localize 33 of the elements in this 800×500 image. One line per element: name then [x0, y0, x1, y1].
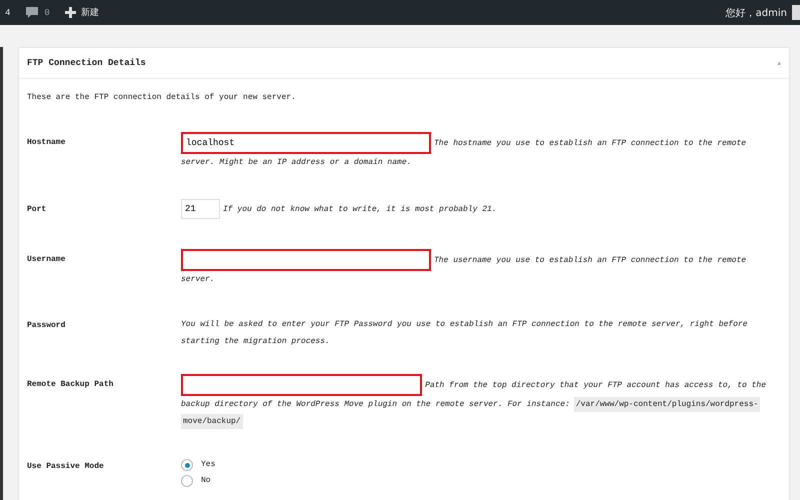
field-description: If you do not know what to write, it is most probably 21. — [223, 204, 497, 216]
example-path: /var/www/wp-content/plugins/wordpress- — [574, 397, 760, 412]
input-field[interactable]: localhost — [181, 132, 431, 154]
field-description: server. Might be an IP address or a domain name. — [181, 157, 412, 169]
input-field[interactable]: 21 — [181, 199, 220, 219]
comment-icon[interactable] — [25, 6, 40, 19]
plus-icon[interactable] — [64, 7, 76, 18]
field-label: Username — [27, 254, 66, 266]
radio-label[interactable]: No — [201, 474, 211, 488]
input-field[interactable] — [181, 249, 431, 271]
field-description: Path from the top directory that your FTP account has access to, to the — [425, 380, 766, 392]
field-label: Hostname — [27, 137, 66, 149]
intro-text: These are the FTP connection details of your new server. — [27, 93, 297, 102]
field-description: server. — [181, 274, 215, 286]
field-label: Remote Backup Path — [27, 379, 114, 391]
new-link[interactable]: 新建 — [80, 6, 99, 19]
field-description: starting the migration process. — [181, 336, 330, 348]
greeting-link[interactable]: 您好，admin — [726, 6, 787, 20]
input-field[interactable] — [181, 374, 422, 396]
update-count[interactable]: 4 — [5, 8, 10, 18]
field-label: Port — [27, 204, 48, 216]
radio-label[interactable]: Yes — [201, 458, 216, 472]
comment-count[interactable]: 0 — [44, 8, 50, 18]
panel-title: FTP Connection Details — [27, 58, 146, 68]
field-description: You will be asked to enter your FTP Password you use to establish an FTP connection to the remote server, right before — [181, 319, 748, 331]
radio-button[interactable] — [181, 475, 193, 487]
field-label: Use Passive Mode — [27, 461, 105, 473]
field-label: Password — [27, 320, 66, 332]
field-description: backup directory of the WordPress Move plugin on the remote server. For instance: — [181, 399, 570, 411]
field-description: The username you use to establish an FTP connection to the remote — [434, 254, 746, 266]
field-description: The hostname you use to establish an FTP connection to the remote — [434, 138, 746, 150]
radio-button[interactable] — [181, 459, 193, 471]
example-path: move/backup/ — [181, 414, 243, 429]
